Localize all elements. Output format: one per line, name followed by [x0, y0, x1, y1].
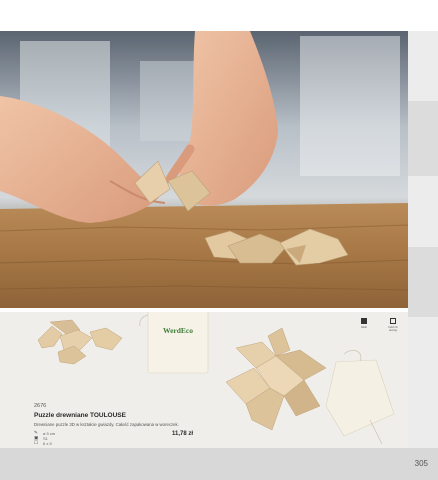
- product-code: 2676: [34, 403, 47, 409]
- page-top-margin: [0, 0, 438, 31]
- copy-icon: [390, 318, 396, 324]
- bag-body: [147, 312, 209, 374]
- puzzle-pieces-loose: [37, 319, 123, 365]
- rail-segment: [408, 101, 438, 176]
- page-side-rail: [408, 31, 438, 448]
- badge-caption: bdsh rb arning: [388, 325, 398, 333]
- feature-badge-cut: bdsh: [356, 318, 372, 329]
- bag-print-text: WerdEco: [163, 326, 193, 335]
- bag-string: [369, 419, 383, 445]
- page-number: 305: [414, 459, 428, 468]
- spec-packaging: ☐ 6 x 5: [34, 440, 52, 446]
- hero-photo-art: [0, 31, 408, 308]
- background-blur-shape: [140, 61, 200, 141]
- box-icon: ☐: [34, 440, 39, 445]
- feature-badge-copy: bdsh rb arning: [385, 318, 401, 332]
- page-bottom-band: [0, 448, 438, 480]
- rail-segment: [408, 247, 438, 317]
- cotton-bag: WerdEco: [139, 312, 209, 374]
- badge-caption: bdsh: [360, 325, 368, 329]
- bag-body: [325, 359, 395, 437]
- puzzle-piece: [89, 327, 123, 351]
- product-description: Drewniane puzzle 3D w kształcie gwiazdy.…: [34, 422, 179, 427]
- hero-photo: [0, 31, 408, 308]
- puzzle-piece: [37, 325, 63, 349]
- background-blur-shape: [300, 36, 400, 176]
- scissors-icon: [361, 318, 367, 324]
- star-puzzle: [225, 327, 327, 431]
- puzzle-piece: [57, 345, 87, 365]
- bag-drawstring: [343, 349, 362, 363]
- spec-packaging-text: 6 x 5: [43, 440, 52, 446]
- product-name: Puzzle drewniane TOULOUSE: [34, 412, 126, 419]
- product-panel-art: WerdEco: [37, 312, 395, 445]
- product-price: 11,78 zł: [172, 431, 194, 437]
- cotton-bag-side: [325, 349, 395, 445]
